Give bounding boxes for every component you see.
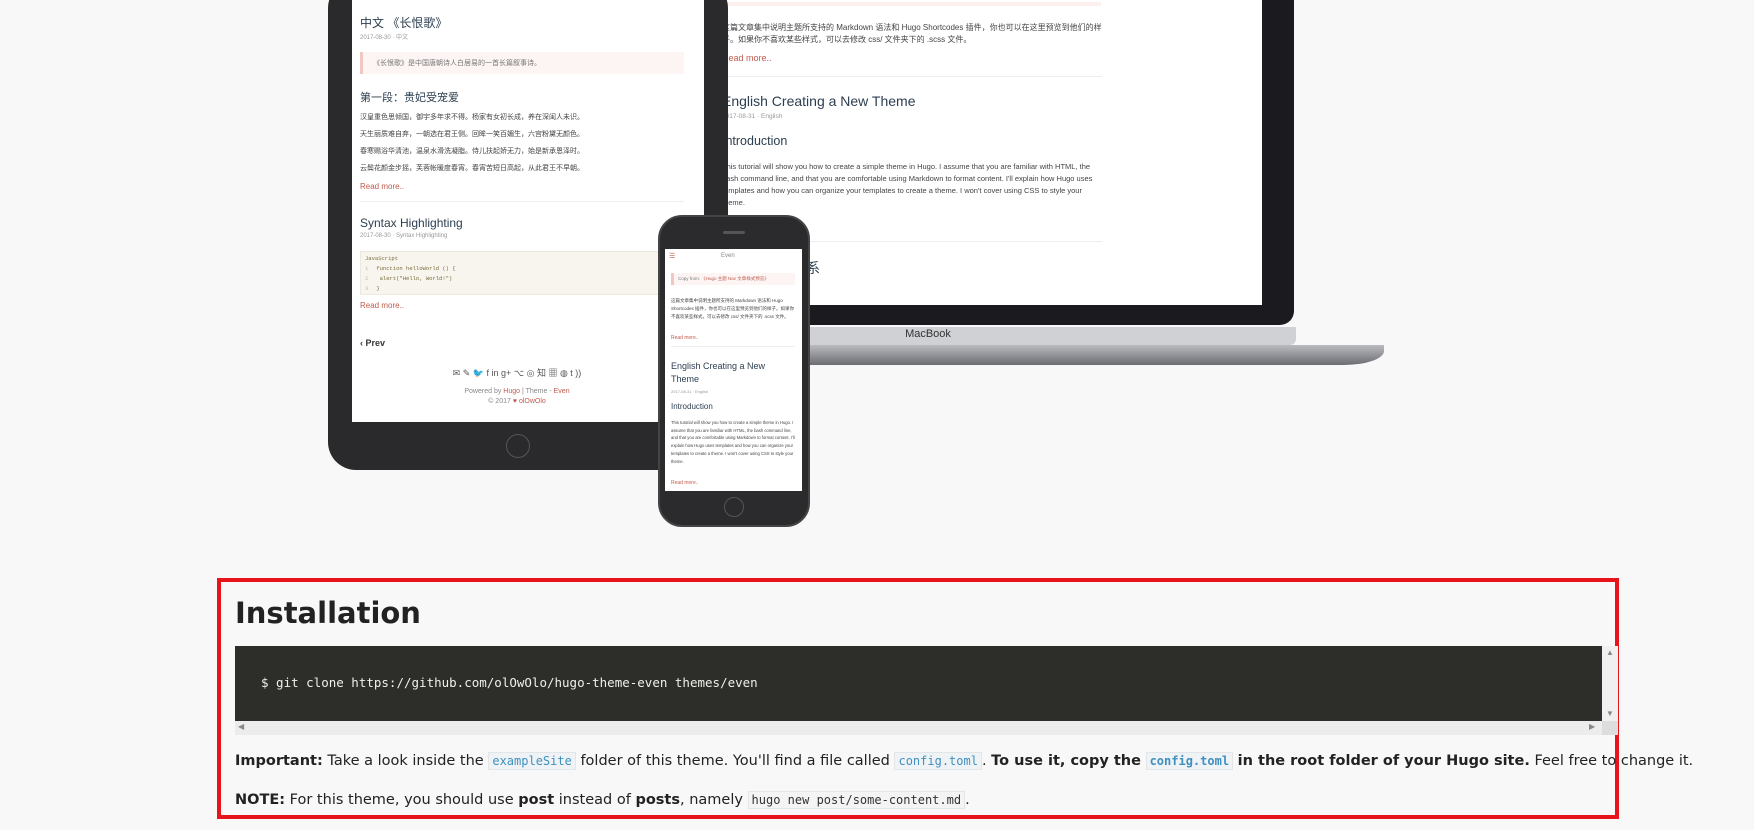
important-paragraph: Important: Take a look inside the exampl… bbox=[235, 752, 1694, 770]
phone-excerpt: This tutorial will show you how to creat… bbox=[671, 420, 795, 464]
installation-section: Installation $ git clone https://github.… bbox=[217, 578, 1693, 819]
tablet-poem-line: 云鬓花颜金步摇，芙蓉帐暖度春宵。春宵苦短日高起，从此君王不早朝。 bbox=[360, 165, 584, 172]
code-horizontal-scrollbar[interactable]: ◀ ▶ bbox=[235, 721, 1602, 735]
laptop-notice-strip bbox=[721, 2, 1101, 6]
laptop-section-heading: Introduction bbox=[722, 134, 788, 148]
inline-code-config-toml: config.toml bbox=[894, 752, 982, 770]
laptop-post-title[interactable]: English Creating a New Theme bbox=[722, 93, 916, 109]
tablet-post2-title[interactable]: Syntax Highlighting bbox=[360, 216, 463, 230]
phone-section-heading: Introduction bbox=[671, 402, 713, 411]
install-command-codeblock[interactable]: $ git clone https://github.com/olOwOlo/h… bbox=[235, 646, 1602, 721]
menu-icon[interactable]: ☰ bbox=[669, 252, 675, 260]
phone-intro: 这篇文章集中说明主题所支持的 Markdown 语法和 Hugo Shortco… bbox=[671, 298, 795, 319]
tablet-divider bbox=[360, 201, 684, 202]
installation-heading: Installation bbox=[235, 596, 421, 630]
tablet-code-line: 2 alert("Hello, World!") bbox=[365, 275, 453, 282]
code-vertical-scrollbar[interactable]: ▲ ▼ bbox=[1602, 646, 1618, 721]
note-paragraph: NOTE: For this theme, you should use pos… bbox=[235, 791, 970, 809]
scrollbar-corner bbox=[1602, 721, 1618, 735]
laptop-excerpt-3: templates and how you can organize your … bbox=[722, 186, 1082, 195]
tablet-screen: 中文 《长恨歌》 2017-08-30 · 中文 《长恨歌》是中国唐朝诗人白居易… bbox=[352, 0, 704, 422]
author-link[interactable]: olOwOlo bbox=[519, 398, 546, 405]
scroll-left-icon[interactable]: ◀ bbox=[238, 722, 244, 731]
note-label: NOTE: bbox=[235, 792, 286, 808]
laptop-intro-2: 子。如果你不喜欢某些样式，可以去修改 css/ 文件夹下的 .scss 文件。 bbox=[722, 35, 972, 44]
phone-speaker bbox=[723, 231, 745, 234]
phone-logo[interactable]: Even bbox=[721, 253, 735, 259]
scroll-right-icon[interactable]: ▶ bbox=[1589, 722, 1595, 731]
laptop-intro-1: 这篇文章集中说明主题所支持的 Markdown 语法和 Hugo Shortco… bbox=[722, 23, 1102, 32]
even-link[interactable]: Even bbox=[554, 388, 570, 395]
tablet-code-lang: JavaScript bbox=[365, 255, 399, 262]
phone-read-more-link[interactable]: Read more.. bbox=[671, 335, 699, 341]
tablet-code-line: 1 function helloWorld () { bbox=[365, 265, 456, 272]
tablet-footer-copyright: © 2017 ♥ olOwOlo bbox=[488, 398, 546, 405]
laptop-post-meta: 2017-08-31 · English bbox=[722, 113, 783, 120]
phone-home-button bbox=[724, 497, 744, 517]
social-icons-row[interactable]: ✉ ✎ 🐦 f in g+ ⌥ ◎ 知 ▦ ◍ t )) bbox=[402, 366, 632, 379]
page: 这篇文章集中说明主题所支持的 Markdown 语法和 Hugo Shortco… bbox=[0, 0, 1754, 830]
tablet-post-meta: 2017-08-30 · 中文 bbox=[360, 35, 409, 41]
tablet-post2-meta: 2017-08-30 · Syntax Highlighting bbox=[360, 233, 448, 239]
scroll-down-icon[interactable]: ▼ bbox=[1606, 709, 1614, 718]
laptop-read-more-link[interactable]: Read more.. bbox=[722, 53, 772, 63]
tablet-poem-line: 春寒赐浴华清池，温泉水滑洗凝脂。侍儿扶起娇无力，始是新承恩泽时。 bbox=[360, 148, 584, 155]
phone-post-title[interactable]: English Creating a New Theme bbox=[671, 360, 795, 386]
inline-code-examplesite: exampleSite bbox=[488, 752, 576, 770]
laptop-divider bbox=[722, 76, 1102, 77]
tablet-home-button bbox=[506, 434, 530, 458]
phone-post-meta: 2017-08-31 · English bbox=[671, 389, 709, 394]
tablet-prev-link[interactable]: ‹ Prev bbox=[360, 338, 385, 348]
tablet-read-more-link[interactable]: Read more.. bbox=[360, 182, 404, 191]
tablet-code-block: JavaScript 1 function helloWorld () { 2 a… bbox=[360, 251, 684, 295]
phone-copy-notice: Copy from: 《Hugo 主题 Nav 文章样式预览》 bbox=[671, 273, 795, 285]
laptop-brand-label: MacBook bbox=[905, 328, 951, 340]
inline-code-config-toml-bold: config.toml bbox=[1145, 752, 1234, 770]
laptop-excerpt-2: bash command line, and that you are comf… bbox=[722, 174, 1093, 183]
phone-read-more-link-2[interactable]: Read more.. bbox=[671, 480, 699, 486]
tablet-read-more-link-2[interactable]: Read more.. bbox=[360, 301, 404, 310]
scroll-up-icon[interactable]: ▲ bbox=[1606, 648, 1614, 657]
tablet-poem-line: 天生丽质难自弃，一朝选在君王侧。回眸一笑百媚生，六宫粉黛无颜色。 bbox=[360, 131, 584, 138]
phone-screen: ☰ Even Copy from: 《Hugo 主题 Nav 文章样式预览》 这… bbox=[665, 249, 802, 491]
phone-divider bbox=[671, 346, 795, 347]
theme-preview-image: 这篇文章集中说明主题所支持的 Markdown 语法和 Hugo Shortco… bbox=[0, 0, 1754, 540]
important-label: Important: bbox=[235, 753, 323, 769]
laptop-excerpt-1: This tutorial will show you how to creat… bbox=[722, 162, 1091, 171]
tablet-quote: 《长恨歌》是中国唐朝诗人白居易的一首长篇叙事诗。 bbox=[360, 52, 684, 74]
inline-code-hugo-new: hugo new post/some-content.md bbox=[747, 791, 966, 809]
tablet-poem-line: 汉皇重色思倾国，御宇多年求不得。杨家有女初长成，养在深闺人未识。 bbox=[360, 114, 584, 121]
tablet-post-title[interactable]: 中文 《长恨歌》 bbox=[360, 14, 447, 31]
tablet-section-heading: 第一段：贵妃受宠爱 bbox=[360, 92, 459, 104]
hugo-link[interactable]: Hugo bbox=[503, 388, 520, 395]
tablet-footer-powered: Powered by Hugo | Theme - Even bbox=[464, 388, 570, 395]
tablet-code-line: 3} bbox=[365, 285, 380, 292]
heart-icon: ♥ bbox=[512, 398, 517, 405]
